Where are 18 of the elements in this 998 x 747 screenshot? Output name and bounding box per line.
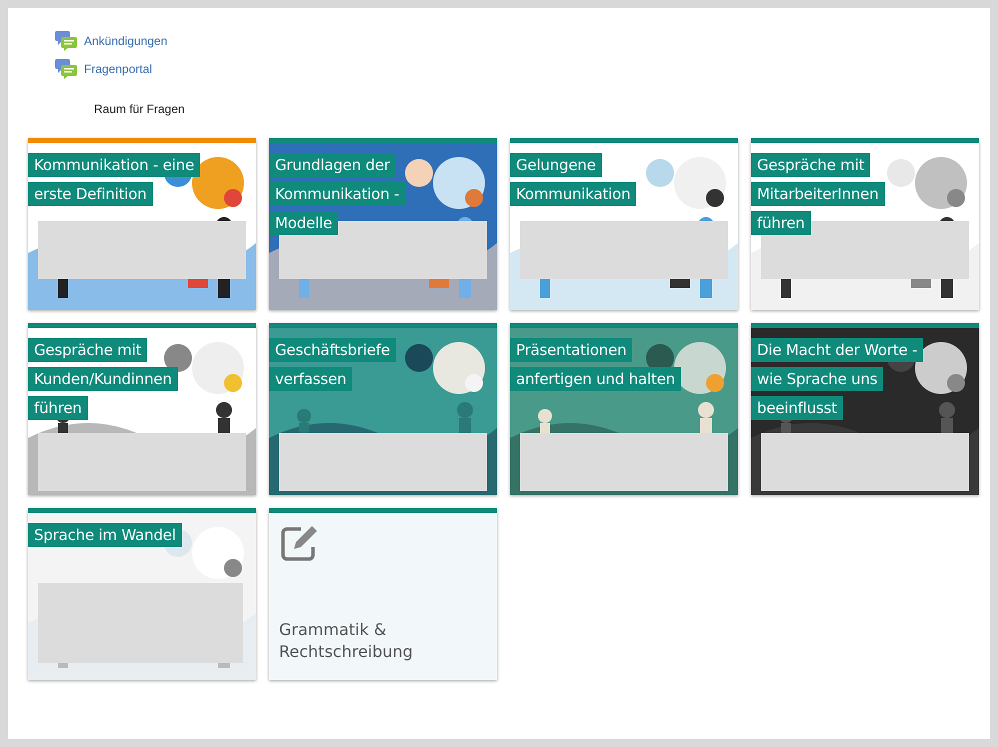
course-tile[interactable]: Die Macht der Worte - wie Sprache uns beeinflusst: [751, 323, 979, 495]
edit-icon: [279, 523, 319, 563]
course-tile[interactable]: Gespräche mit MitarbeiterInnen führen: [751, 138, 979, 310]
activity-tile[interactable]: Grammatik & Rechtschreibung: [269, 508, 497, 680]
tile-title: Sprache im Wandel: [28, 521, 182, 550]
forum-icon: [54, 30, 78, 52]
course-tile[interactable]: Gelungene Kommunikation: [510, 138, 738, 310]
course-tile[interactable]: Gespräche mit Kunden/Kundinnen führen: [28, 323, 256, 495]
course-tile[interactable]: Präsentationen anfertigen und halten: [510, 323, 738, 495]
forum-link[interactable]: Fragenportal: [84, 62, 152, 76]
forum-link[interactable]: Ankündigungen: [84, 34, 168, 48]
forum-icon: [54, 58, 78, 80]
forum-description: Raum für Fragen: [94, 102, 186, 116]
course-tile[interactable]: Geschäftsbriefe verfassen: [269, 323, 497, 495]
tile-title: Grammatik & Rechtschreibung: [279, 619, 414, 663]
course-tile[interactable]: Kommunikation - eine erste Definition: [28, 138, 256, 310]
course-tile[interactable]: Grundlagen der Kommunikation - Modelle: [269, 138, 497, 310]
course-tile[interactable]: Sprache im Wandel: [28, 508, 256, 680]
